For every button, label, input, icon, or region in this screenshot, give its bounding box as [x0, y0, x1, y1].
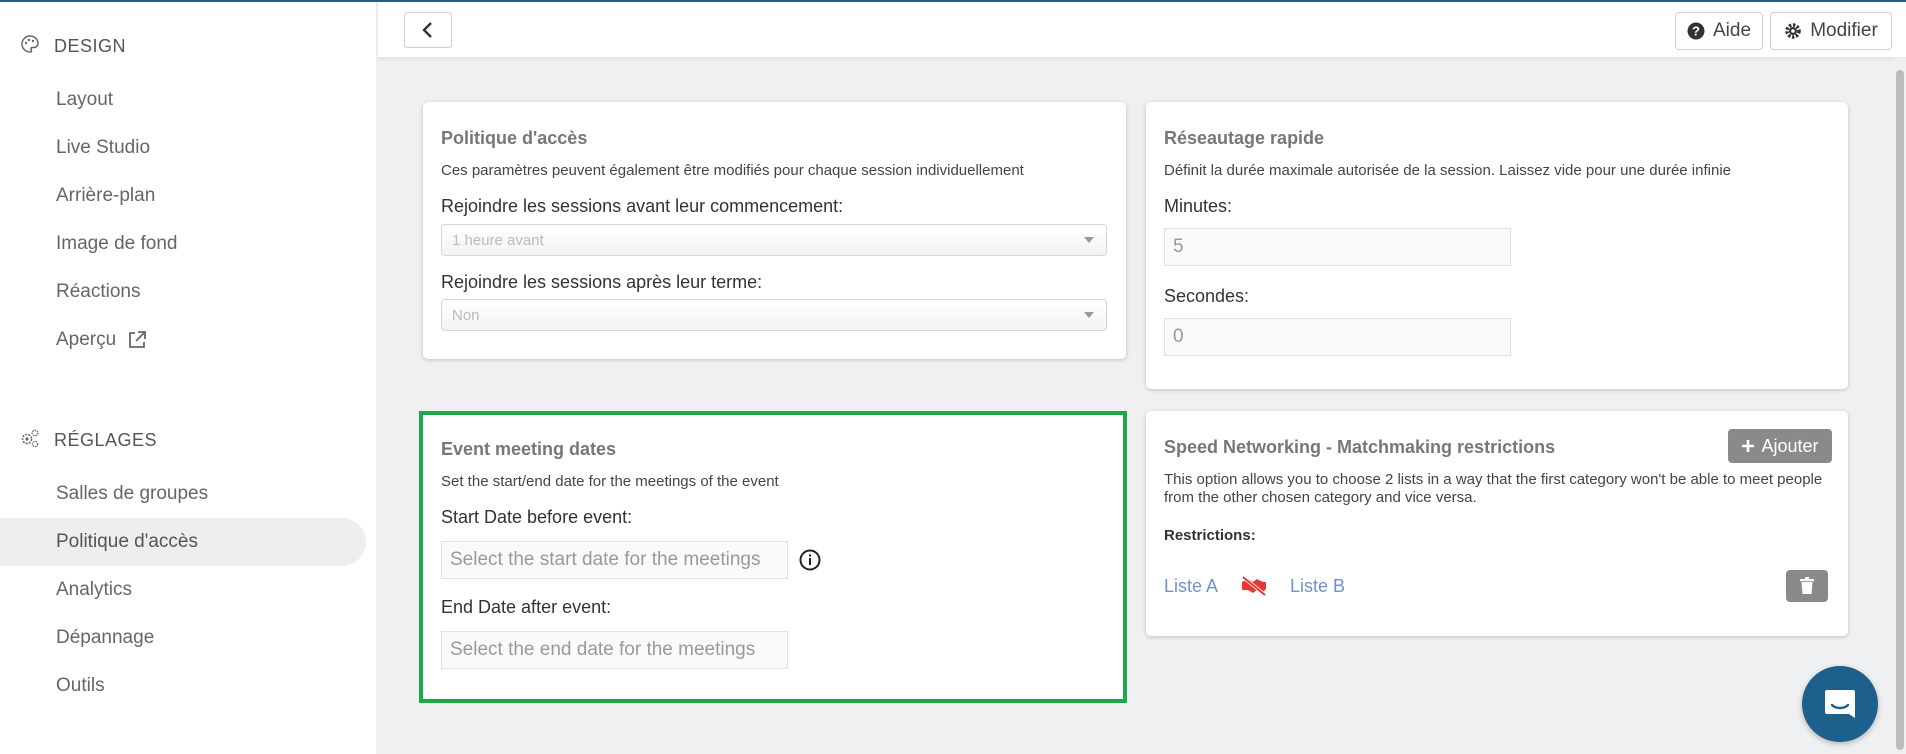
sidebar-item-depannage[interactable]: Dépannage [0, 614, 366, 662]
sidebar-item-label: Aperçu [56, 329, 117, 350]
sidebar-item-label: Dépannage [56, 627, 155, 648]
handshake-slash-icon [1241, 575, 1267, 597]
sidebar-item-label: Réactions [56, 281, 141, 302]
caret-down-icon [1084, 312, 1094, 318]
seconds-label: Secondes: [1164, 286, 1250, 306]
input-placeholder: Select the start date for the meetings [450, 549, 761, 570]
modify-button[interactable]: Modifier [1770, 12, 1892, 50]
sidebar-item-label: Outils [56, 675, 105, 696]
start-date-input[interactable]: Select the start date for the meetings [441, 541, 788, 579]
sidebar-item-label: Politique d'accès [56, 531, 198, 552]
sidebar: DESIGN Layout Live Studio Arrière-plan I… [0, 2, 376, 754]
sidebar-item-live-studio[interactable]: Live Studio [0, 124, 366, 172]
select-value: Non [452, 306, 480, 324]
card-description: Set the start/end date for the meetings … [441, 473, 779, 490]
sidebar-item-label: Image de fond [56, 233, 178, 254]
sidebar-item-reactions[interactable]: Réactions [0, 268, 366, 316]
input-value: 5 [1173, 236, 1184, 257]
card-title: Politique d'accès [441, 128, 588, 148]
help-label: Aide [1712, 20, 1752, 41]
modify-label: Modifier [1810, 20, 1878, 41]
trash-icon [1800, 577, 1814, 594]
meeting-dates-card: Event meeting dates Set the start/end da… [419, 411, 1127, 703]
input-value: 0 [1173, 326, 1184, 347]
sidebar-section-reglages: RÉGLAGES [20, 428, 157, 453]
card-description: This option allows you to choose 2 lists… [1164, 471, 1823, 506]
chat-icon [1825, 690, 1855, 718]
input-placeholder: Select the end date for the meetings [450, 639, 756, 660]
sidebar-item-label: Salles de groupes [56, 483, 209, 504]
question-circle-icon: ? [1687, 22, 1705, 40]
sidebar-section-title: DESIGN [54, 36, 127, 56]
sidebar-item-outils[interactable]: Outils [0, 662, 366, 710]
sidebar-item-layout[interactable]: Layout [0, 76, 366, 124]
external-link-icon [129, 331, 147, 348]
svg-text:?: ? [1692, 24, 1700, 39]
gear-icon [1785, 23, 1801, 39]
info-icon[interactable] [799, 549, 821, 571]
card-title: Speed Networking - Matchmaking restricti… [1164, 437, 1556, 457]
plus-icon [1742, 440, 1755, 452]
sidebar-item-label: Live Studio [56, 137, 151, 158]
join-after-label: Rejoindre les sessions après leur terme: [441, 272, 763, 292]
join-before-label: Rejoindre les sessions avant leur commen… [441, 196, 844, 216]
quick-networking-card: Réseautage rapide Définit la durée maxim… [1146, 102, 1848, 389]
join-after-select[interactable]: Non [441, 299, 1107, 331]
add-label: Ajouter [1761, 435, 1819, 456]
card-title: Event meeting dates [441, 439, 617, 459]
card-title: Réseautage rapide [1164, 128, 1325, 148]
sidebar-item-apercu[interactable]: Aperçu [0, 316, 366, 364]
minutes-input[interactable]: 5 [1164, 228, 1511, 266]
chevron-left-icon [422, 22, 432, 38]
chat-launcher-button[interactable] [1802, 666, 1878, 742]
sidebar-section-design: DESIGN [20, 34, 126, 59]
scrollbar-thumb[interactable] [1896, 70, 1904, 750]
sidebar-item-analytics[interactable]: Analytics [0, 566, 366, 614]
minutes-label: Minutes: [1164, 196, 1233, 216]
sidebar-item-arriere-plan[interactable]: Arrière-plan [0, 172, 366, 220]
add-button[interactable]: Ajouter [1728, 429, 1832, 463]
sidebar-item-label: Analytics [56, 579, 133, 600]
top-bar: ? Aide Modifier [378, 2, 1906, 58]
start-date-label: Start Date before event: [441, 507, 633, 527]
gears-icon [20, 428, 40, 453]
seconds-input[interactable]: 0 [1164, 318, 1511, 356]
restrictions-label: Restrictions: [1164, 527, 1256, 544]
access-policy-card: Politique d'accès Ces paramètres peuvent… [423, 102, 1126, 359]
back-button[interactable] [404, 12, 452, 48]
sidebar-item-image-de-fond[interactable]: Image de fond [0, 220, 366, 268]
end-date-input[interactable]: Select the end date for the meetings [441, 631, 788, 669]
restrictions-card: Speed Networking - Matchmaking restricti… [1146, 411, 1848, 636]
join-before-select[interactable]: 1 heure avant [441, 224, 1107, 256]
sidebar-item-label: Arrière-plan [56, 185, 156, 206]
help-button[interactable]: ? Aide [1675, 12, 1763, 50]
caret-down-icon [1084, 237, 1094, 243]
select-value: 1 heure avant [452, 231, 544, 249]
list-a-link[interactable]: Liste A [1164, 576, 1218, 597]
delete-button[interactable] [1786, 570, 1828, 602]
card-description: Définit la durée maximale autorisée de l… [1164, 162, 1731, 179]
sidebar-section-title: RÉGLAGES [54, 430, 158, 450]
sidebar-item-label: Layout [56, 89, 114, 110]
sidebar-item-salles-de-groupes[interactable]: Salles de groupes [0, 470, 366, 518]
end-date-label: End Date after event: [441, 597, 612, 617]
sidebar-item-politique-dacces[interactable]: Politique d'accès [0, 518, 366, 566]
card-description: Ces paramètres peuvent également être mo… [441, 162, 1024, 179]
palette-icon [20, 34, 40, 59]
list-b-link[interactable]: Liste B [1290, 576, 1345, 597]
